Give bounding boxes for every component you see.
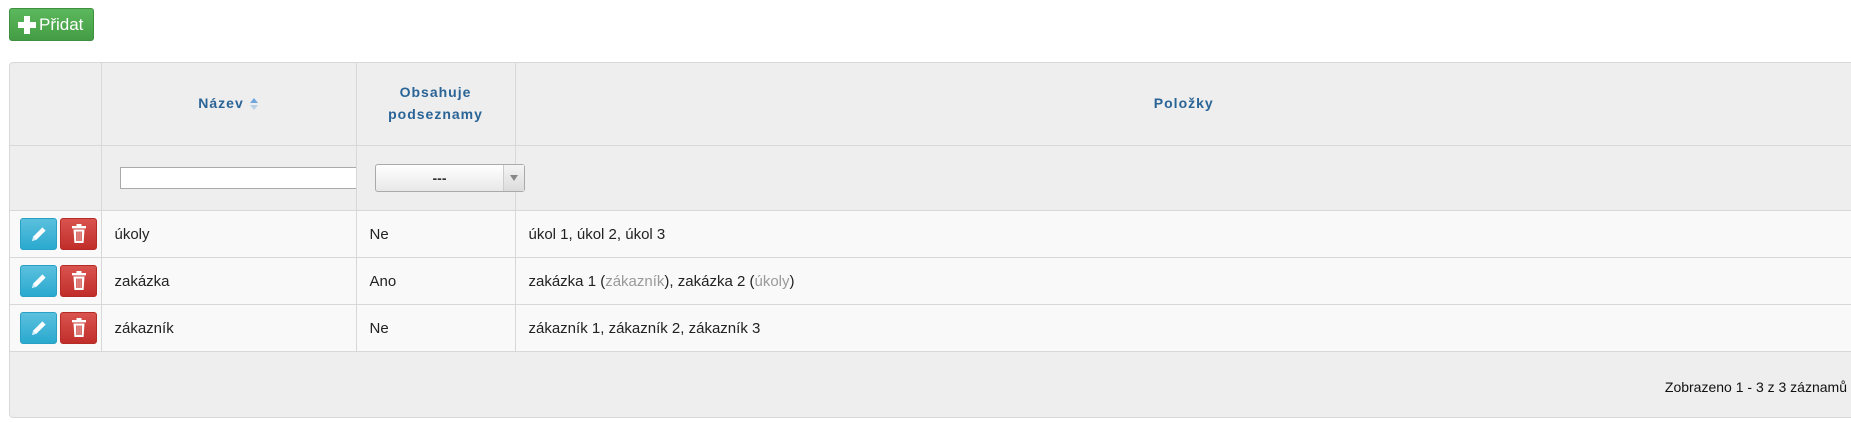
add-button[interactable]: Přidat: [9, 8, 94, 41]
trash-icon: [69, 270, 89, 292]
row-actions: [10, 304, 102, 352]
header-name[interactable]: Název: [101, 63, 357, 146]
item-text: zákazník 1: [528, 319, 601, 337]
pencil-icon: [29, 271, 49, 291]
pencil-icon: [29, 318, 49, 338]
cell-contains-sublists: Ne: [356, 210, 516, 258]
header-contains-sublists-label: Obsahuje podseznamy: [388, 84, 483, 122]
cell-name: úkoly: [101, 210, 357, 258]
cell-items: zakázka 1 (zákazník), zakázka 2 (úkoly): [515, 257, 1851, 305]
lists-table: Název Obsahuje podseznamy Položky --- úk…: [10, 63, 1851, 417]
header-row: Název Obsahuje podseznamy Položky: [10, 63, 1851, 146]
filter-row: ---: [10, 145, 1851, 211]
header-items-label: Položky: [1153, 95, 1214, 112]
cell-items: úkol 1, úkol 2, úkol 3: [515, 210, 1851, 258]
cell-contains-sublists: Ne: [356, 304, 516, 352]
item-text: zákazník 3: [688, 319, 761, 337]
lists-grid: Název Obsahuje podseznamy Položky --- úk…: [9, 62, 1851, 418]
cell-items: zákazník 1, zákazník 2, zákazník 3: [515, 304, 1851, 352]
filter-items-cell: [515, 145, 1851, 211]
table-row: úkoly Ne úkol 1, úkol 2, úkol 3: [10, 210, 1851, 258]
table-row: zákazník Ne zákazník 1, zákazník 2, zákazn…: [10, 304, 1851, 352]
pencil-icon: [29, 224, 49, 244]
filter-name-cell: [101, 145, 382, 211]
cell-name: zakázka: [101, 257, 357, 305]
chevron-down-icon[interactable]: [502, 165, 524, 191]
item-text: zakázka 2: [677, 272, 746, 290]
trash-icon: [69, 223, 89, 245]
table-row: zakázka Ano zakázka 1 (zákazník), zakázka …: [10, 257, 1851, 305]
name-filter-input[interactable]: [119, 167, 382, 189]
trash-icon: [69, 317, 89, 339]
item-text: úkol 1: [528, 225, 569, 243]
item-sublist-link[interactable]: úkoly: [754, 273, 789, 290]
item-text: úkol 3: [625, 225, 666, 243]
edit-button[interactable]: [20, 312, 57, 344]
filter-actions-cell: [10, 145, 102, 211]
delete-button[interactable]: [60, 218, 97, 250]
sublists-filter-value: ---: [432, 170, 447, 186]
sublists-filter-select[interactable]: ---: [374, 164, 525, 192]
cell-contains-sublists: Ano: [356, 257, 516, 305]
item-text: zákazník 2: [608, 319, 681, 337]
pagination-info: Zobrazeno 1 - 3 z 3 záznamů: [10, 351, 1851, 417]
cell-name: zákazník: [101, 304, 357, 352]
item-sublist-link[interactable]: zákazník: [605, 273, 664, 290]
sort-asc-icon: [249, 98, 259, 111]
row-actions: [10, 210, 102, 258]
footer-row: Zobrazeno 1 - 3 z 3 záznamů: [10, 351, 1851, 417]
filter-sublists-cell: ---: [356, 145, 525, 211]
header-name-label: Název: [198, 95, 244, 112]
item-text: úkol 2: [576, 225, 617, 243]
item-text: zakázka 1: [528, 272, 597, 290]
header-actions: [10, 63, 102, 146]
header-items[interactable]: Položky: [515, 63, 1851, 146]
delete-button[interactable]: [60, 265, 97, 297]
delete-button[interactable]: [60, 312, 97, 344]
edit-button[interactable]: [20, 265, 57, 297]
header-contains-sublists[interactable]: Obsahuje podseznamy: [356, 63, 516, 146]
edit-button[interactable]: [20, 218, 57, 250]
add-button-label: Přidat: [39, 14, 84, 34]
plus-icon: [18, 15, 36, 34]
row-actions: [10, 257, 102, 305]
